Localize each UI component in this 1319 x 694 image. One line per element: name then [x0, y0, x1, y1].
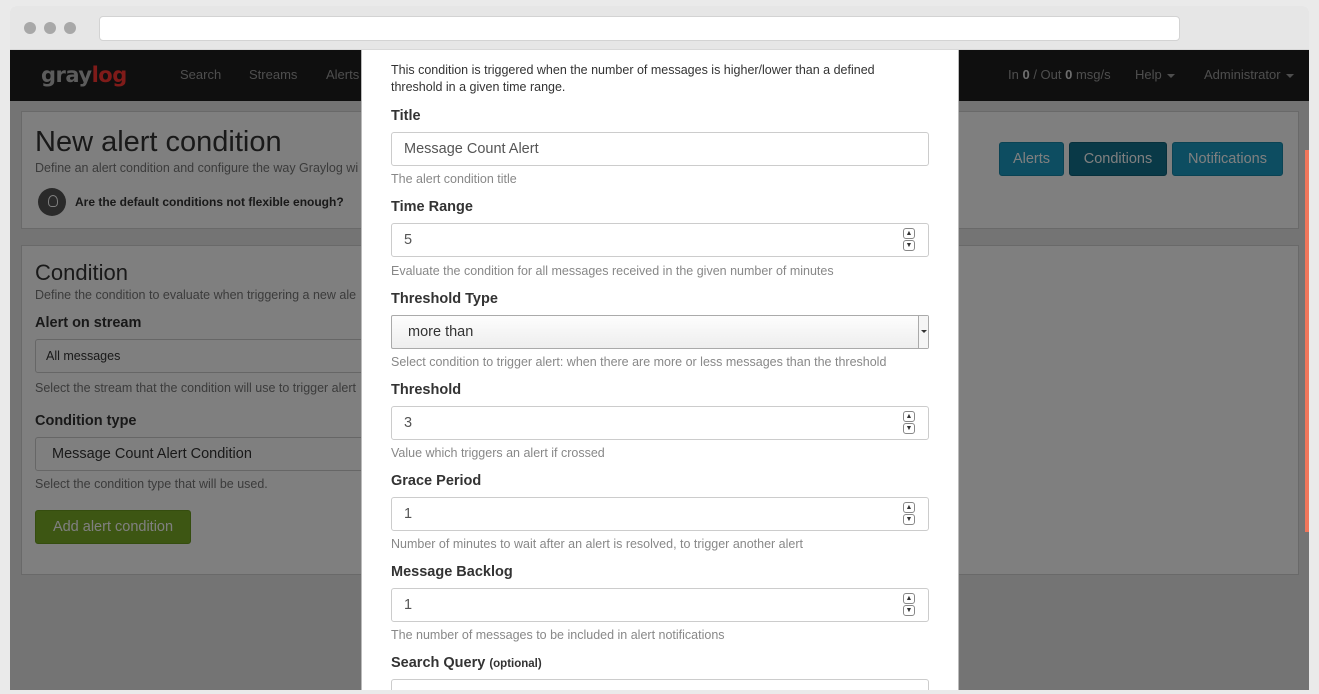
spinner-down-icon[interactable]: ▼	[903, 514, 915, 525]
graylog-page: graylog Search Streams Alerts In 0 / Out…	[10, 50, 1309, 690]
page-scrollbar[interactable]	[1305, 150, 1309, 532]
maximize-window-dot[interactable]	[64, 22, 76, 34]
message-backlog-value: 1	[404, 597, 413, 613]
threshold-value: 3	[404, 415, 413, 431]
grace-period-label: Grace Period	[391, 473, 482, 489]
alert-condition-modal: This condition is triggered when the num…	[361, 50, 959, 690]
browser-window: graylog Search Streams Alerts In 0 / Out…	[10, 6, 1309, 690]
minimize-window-dot[interactable]	[44, 22, 56, 34]
time-range-input[interactable]: 5 ▲ ▼	[391, 223, 929, 257]
browser-chrome	[10, 6, 1309, 50]
address-bar[interactable]	[99, 16, 1180, 41]
spinner-down-icon[interactable]: ▼	[903, 240, 915, 251]
search-query-input[interactable]	[391, 679, 929, 690]
spinner-down-icon[interactable]: ▼	[903, 605, 915, 616]
spinner-up-icon[interactable]: ▲	[903, 228, 915, 239]
grace-period-input[interactable]: 1 ▲ ▼	[391, 497, 929, 531]
threshold-type-value: more than	[408, 324, 474, 340]
optional-tag: (optional)	[489, 658, 542, 670]
threshold-help: Value which triggers an alert if crossed	[391, 446, 605, 460]
time-range-spinner[interactable]: ▲ ▼	[903, 228, 916, 252]
time-range-label: Time Range	[391, 199, 473, 215]
title-input[interactable]: Message Count Alert	[391, 132, 929, 166]
spinner-up-icon[interactable]: ▲	[903, 411, 915, 422]
message-backlog-help: The number of messages to be included in…	[391, 628, 725, 642]
time-range-value: 5	[404, 232, 413, 248]
time-range-help: Evaluate the condition for all messages …	[391, 264, 834, 278]
grace-period-value: 1	[404, 506, 413, 522]
threshold-type-label: Threshold Type	[391, 291, 498, 307]
message-backlog-spinner[interactable]: ▲ ▼	[903, 593, 916, 617]
threshold-type-select[interactable]: more than	[391, 315, 929, 349]
title-label: Title	[391, 108, 421, 124]
title-help: The alert condition title	[391, 172, 517, 186]
grace-period-help: Number of minutes to wait after an alert…	[391, 537, 803, 551]
threshold-spinner[interactable]: ▲ ▼	[903, 411, 916, 435]
search-query-label-text: Search Query	[391, 655, 486, 671]
chevron-down-icon[interactable]	[918, 316, 928, 348]
condition-description: This condition is triggered when the num…	[391, 63, 875, 94]
spinner-up-icon[interactable]: ▲	[903, 593, 915, 604]
threshold-input[interactable]: 3 ▲ ▼	[391, 406, 929, 440]
threshold-label: Threshold	[391, 382, 462, 398]
threshold-type-help: Select condition to trigger alert: when …	[391, 355, 887, 369]
spinner-down-icon[interactable]: ▼	[903, 423, 915, 434]
message-backlog-input[interactable]: 1 ▲ ▼	[391, 588, 929, 622]
spinner-up-icon[interactable]: ▲	[903, 502, 915, 513]
search-query-label: Search Query (optional)	[391, 655, 542, 671]
grace-period-spinner[interactable]: ▲ ▼	[903, 502, 916, 526]
close-window-dot[interactable]	[24, 22, 36, 34]
message-backlog-label: Message Backlog	[391, 564, 513, 580]
